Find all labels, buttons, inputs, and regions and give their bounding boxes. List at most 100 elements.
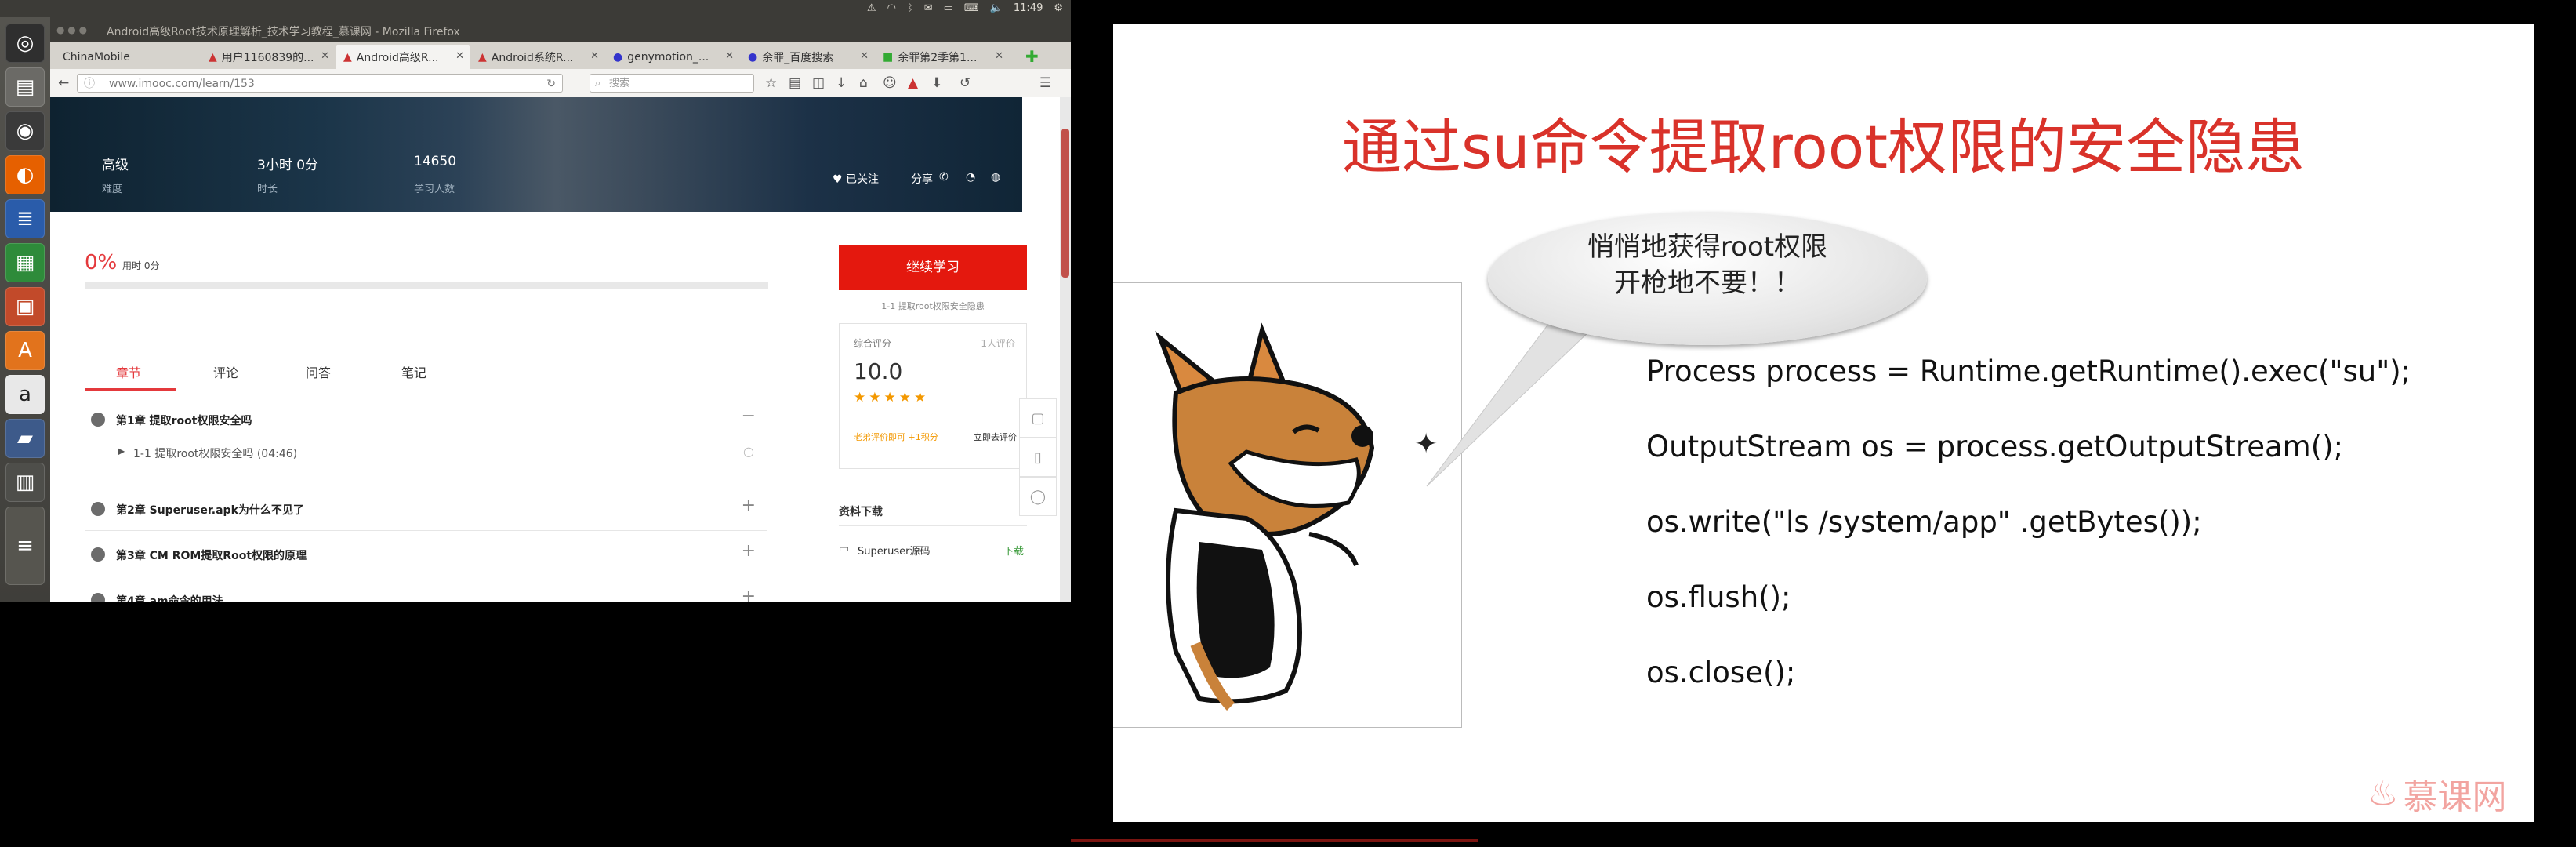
download-item-name: Superuser源码 — [858, 546, 931, 558]
page-scrollbar[interactable] — [1060, 97, 1071, 602]
chapter-title: 第3章 CM ROM提取Root权限的原理 — [116, 550, 307, 562]
site-info-icon[interactable]: ⓘ — [84, 75, 95, 93]
feedback-icon[interactable]: ▢ — [1019, 398, 1057, 438]
logo-text: 慕课网 — [2403, 777, 2507, 817]
tab-label: 用户1160839的... — [221, 51, 314, 64]
url-bar[interactable]: ⓘ www.imooc.com/learn/153 ↻ — [77, 74, 563, 93]
volume-icon[interactable]: 🔈 — [990, 2, 1003, 14]
tab-user[interactable]: ▲ 用户1160839的... ✕ — [201, 45, 336, 69]
web-page: 高级 难度 3小时 0分 时长 14650 学习人数 ♥ 已关注 分享 ✆ ◔ … — [50, 97, 1071, 602]
search-placeholder: 搜索 — [609, 78, 630, 89]
expand-icon[interactable]: + — [742, 587, 756, 602]
tab-baidu-search[interactable]: ● 余罪_百度搜索 ✕ — [740, 45, 875, 69]
tab-android-system[interactable]: ▲ Android系统R... ✕ — [470, 45, 605, 69]
active-tab-indicator — [85, 388, 176, 391]
chapter-2[interactable]: 第2章 Superuser.apk为什么不见了 + — [85, 486, 767, 531]
lesson-row[interactable]: ▶ 1-1 提取root权限安全吗 (04:46) ○ — [85, 434, 767, 474]
share-label: 分享 — [911, 173, 933, 186]
chapter-4[interactable]: 第4章 am命令的用法 + — [85, 577, 767, 602]
bluetooth-icon[interactable]: ᛒ — [907, 2, 913, 14]
reading-list-icon[interactable]: ▤ — [789, 75, 801, 91]
window-controls[interactable]: ● ● ● — [56, 24, 87, 35]
slide-title: 通过su命令提取root权限的安全隐患 — [1341, 112, 2306, 182]
learners-value: 14650 — [414, 154, 457, 169]
scrollbar-thumb[interactable] — [1061, 129, 1069, 278]
chat-icon[interactable]: ☺ — [883, 75, 897, 91]
download-link[interactable]: 下载 — [1003, 543, 1024, 558]
ubuntu-dash-icon[interactable]: ◎ — [5, 24, 45, 63]
files-icon[interactable]: ▤ — [5, 67, 45, 107]
wifi-icon[interactable]: ◠ — [887, 2, 896, 14]
course-hero-banner: 高级 难度 3小时 0分 时长 14650 学习人数 ♥ 已关注 分享 ✆ ◔ … — [50, 97, 1022, 212]
new-tab-icon[interactable]: ✚ — [1025, 47, 1039, 66]
close-tab-icon[interactable]: ✕ — [590, 50, 599, 62]
close-tab-icon[interactable]: ✕ — [995, 50, 1003, 62]
tab-comments[interactable]: 评论 — [213, 362, 238, 381]
bookmark-star-icon[interactable]: ☆ — [765, 75, 777, 91]
firefox-icon[interactable]: ◐ — [5, 155, 45, 194]
trash-icon[interactable]: ≡ — [5, 507, 45, 585]
keyboard-icon[interactable]: ⌨ — [964, 2, 979, 14]
wechat-icon[interactable]: ✆ — [939, 171, 949, 184]
tab-chapters[interactable]: 章节 — [116, 362, 141, 381]
close-tab-icon[interactable]: ✕ — [725, 50, 734, 62]
download-icon[interactable]: ↓ — [836, 75, 847, 91]
chapter-1[interactable]: 第1章 提取root权限安全吗 − — [85, 397, 767, 434]
tab-chinamobile[interactable]: ChinaMobile — [55, 45, 201, 69]
tab-episode[interactable]: ■ 余罪第2季第1... ✕ — [875, 45, 1010, 69]
tab-qa[interactable]: 问答 — [306, 362, 331, 381]
weibo-icon[interactable]: ◍ — [991, 171, 1000, 184]
bubble-line-2: 开枪地不要！！ — [1614, 267, 1801, 299]
home-icon[interactable]: ⌂ — [859, 75, 868, 91]
update-icon[interactable]: ⚠ — [867, 2, 876, 14]
sync-icon[interactable]: ↺ — [960, 75, 971, 91]
system-settings-icon[interactable]: ◉ — [5, 111, 45, 151]
tab-android-root[interactable]: ▲ Android高级R... ✕ — [336, 45, 470, 69]
downloads-divider — [839, 525, 1027, 526]
mail-icon[interactable]: ✉ — [924, 2, 933, 14]
expand-icon[interactable]: + — [742, 496, 756, 515]
amazon-icon[interactable]: a — [5, 375, 45, 414]
dog-illustration — [1155, 322, 1375, 711]
search-icon: ⌕ — [595, 78, 601, 89]
rate-now-link[interactable]: 立即去评价 — [974, 431, 1017, 443]
tab-bar: ChinaMobile ▲ 用户1160839的... ✕ ▲ Android高级R.… — [50, 42, 1071, 69]
continue-learning-button[interactable]: 继续学习 — [839, 245, 1027, 290]
search-input[interactable]: ⌕ 搜索 — [590, 74, 754, 93]
qq-icon[interactable]: ◔ — [966, 171, 975, 184]
writer-icon[interactable]: ≣ — [5, 199, 45, 238]
downloads-arrow-icon[interactable]: ⬇ — [931, 75, 942, 91]
chapter-icon — [91, 413, 105, 427]
reload-icon[interactable]: ↻ — [546, 75, 556, 93]
calc-icon[interactable]: ▦ — [5, 243, 45, 282]
clock[interactable]: 11:49 — [1014, 2, 1043, 14]
back-icon[interactable]: ← — [58, 75, 69, 91]
terminal-icon[interactable]: ▰ — [5, 419, 45, 458]
tab-notes[interactable]: 笔记 — [401, 362, 426, 381]
rating-promo: 老弟评价即可 +1积分 — [854, 432, 938, 442]
gear-icon[interactable]: ⚙ — [1054, 2, 1063, 14]
close-tab-icon[interactable]: ✕ — [321, 50, 329, 62]
back-to-top-icon[interactable]: ◯ — [1019, 477, 1057, 516]
software-center-icon[interactable]: A — [5, 331, 45, 370]
mobile-app-icon[interactable]: ▯ — [1019, 438, 1057, 477]
progress-bar — [85, 282, 768, 289]
close-tab-icon[interactable]: ✕ — [860, 50, 869, 62]
tab-genymotion[interactable]: ● genymotion_... ✕ — [605, 45, 740, 69]
battery-icon[interactable]: ▭ — [944, 2, 953, 14]
tab-label: Android高级R... — [356, 51, 439, 64]
chapter-3[interactable]: 第3章 CM ROM提取Root权限的原理 + — [85, 532, 767, 576]
workspace-icon[interactable]: ▥ — [5, 463, 45, 502]
collapse-icon[interactable]: − — [742, 406, 756, 426]
expand-icon[interactable]: + — [742, 541, 756, 561]
window-title: Android高级Root技术原理解析_技术学习教程_慕课网 - Mozilla… — [107, 26, 460, 38]
addon-icon[interactable]: ▲ — [908, 75, 918, 91]
impress-icon[interactable]: ▣ — [5, 287, 45, 326]
imooc-favicon-icon: ▲ — [209, 50, 217, 64]
close-tab-icon[interactable]: ✕ — [455, 50, 464, 62]
menu-icon[interactable]: ☰ — [1039, 75, 1051, 91]
follow-button[interactable]: ♥ 已关注 — [833, 171, 879, 187]
pocket-icon[interactable]: ◫ — [812, 75, 825, 91]
window-titlebar[interactable]: ● ● ● Android高级Root技术原理解析_技术学习教程_慕课网 - M… — [50, 17, 1071, 42]
presentation-slide: 通过su命令提取root权限的安全隐患 悄悄地获得root权限 开枪地不要！！ … — [1113, 24, 2534, 822]
